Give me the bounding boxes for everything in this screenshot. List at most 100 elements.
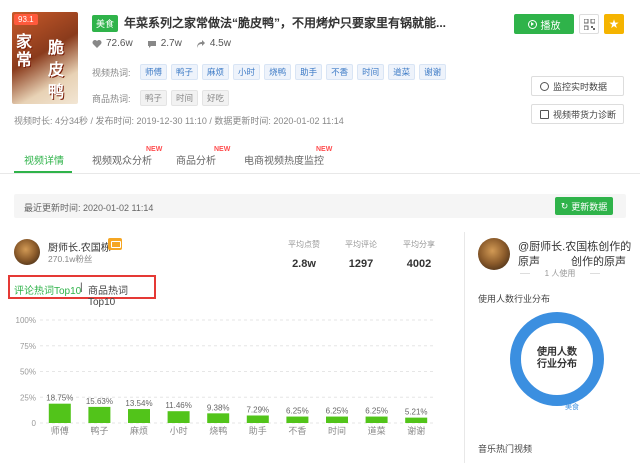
bar-value-label: 11.46%: [165, 401, 192, 410]
hot-word-chip[interactable]: 麻烦: [202, 64, 230, 80]
hot-word-chip[interactable]: 谢谢: [419, 64, 447, 80]
play-icon: [527, 19, 537, 29]
bar-value-label: 7.29%: [246, 405, 269, 414]
tab-audience-analysis[interactable]: 视频观众分析 NEW: [92, 146, 162, 167]
play-button[interactable]: 播放: [514, 14, 574, 34]
shares-stat: 4.5w: [196, 38, 231, 49]
industry-dist-heading: 使用人数行业分布: [478, 294, 551, 304]
bar-value-label: 18.75%: [46, 394, 73, 403]
y-tick-label: 25%: [20, 393, 36, 402]
refresh-label: 更新数据: [571, 201, 608, 212]
goods-word-chip[interactable]: 好吃: [202, 90, 230, 106]
tab-label: 视频观众分析: [92, 156, 152, 167]
hot-words-toggle: 评论热词Top10 | 商品热词Top10: [8, 275, 156, 308]
author-badge-icon: [108, 238, 122, 250]
favorite-button[interactable]: ★: [604, 14, 624, 34]
hot-word-chip[interactable]: 助手: [295, 64, 323, 80]
likes-count: 72.6w: [106, 38, 133, 49]
diagnose-button[interactable]: 视频带货力诊断: [531, 104, 624, 124]
last-update-time: 最近更新时间: 2020-01-02 11:14: [24, 203, 154, 213]
chart-bar: [207, 413, 230, 423]
metric-value: 4002: [406, 258, 432, 270]
tab-video-detail[interactable]: 视频详情: [24, 152, 64, 167]
tab-goods-analysis[interactable]: 商品分析 NEW: [176, 146, 230, 167]
chart-bar: [128, 409, 150, 423]
goods-word-chip[interactable]: 鸭子: [140, 90, 168, 106]
music-title[interactable]: @厨师长.农国栋创作的: [518, 238, 631, 254]
hot-word-chip[interactable]: 不香: [326, 64, 354, 80]
play-label: 播放: [540, 20, 561, 32]
metric-label: 平均分享: [403, 240, 435, 249]
heart-icon: [92, 39, 102, 48]
hot-word-chip[interactable]: 小时: [233, 64, 261, 80]
tab-ecommerce-heat[interactable]: 电商视频热度监控 NEW: [244, 146, 332, 167]
music-hot-videos-heading: 音乐热门视频: [478, 444, 533, 454]
chart-bar: [326, 416, 348, 423]
music-avatar[interactable]: [478, 238, 510, 270]
star-icon: ★: [608, 17, 620, 31]
eye-icon: [540, 81, 549, 91]
hot-word-chip[interactable]: 道菜: [388, 64, 416, 80]
bar-value-label: 15.63%: [86, 397, 113, 406]
comments-stat: 2.7w: [147, 38, 182, 49]
goods-word-chip[interactable]: 时间: [171, 90, 199, 106]
refresh-data-button[interactable]: ↻ 更新数据: [555, 197, 613, 215]
refresh-icon: ↻: [560, 200, 569, 211]
hot-word-chip[interactable]: 鸭子: [171, 64, 199, 80]
x-tick-label: 鸭子: [90, 425, 108, 436]
metric-label: 平均点赞: [288, 240, 320, 249]
toggle-separator: |: [80, 282, 83, 293]
tab-goods-hot-words[interactable]: 商品热词Top10: [88, 282, 154, 308]
thumb-word: 常: [16, 50, 33, 69]
thumb-word: 脆: [48, 38, 65, 57]
y-tick-label: 100%: [16, 316, 36, 325]
music-subtitle: 原声: [518, 256, 540, 268]
x-tick-label: 谢谢: [407, 425, 425, 436]
monitor-label: 监控实时数据: [553, 81, 608, 92]
bar-value-label: 6.25%: [286, 407, 309, 416]
donut-center-label: 使用人数 行业分布: [537, 347, 577, 371]
x-tick-label: 助手: [249, 425, 267, 436]
share-icon: [196, 39, 205, 48]
bar-value-label: 6.25%: [326, 407, 349, 416]
author-avatar[interactable]: [14, 239, 40, 265]
monitor-realtime-button[interactable]: 监控实时数据: [531, 76, 624, 96]
video-thumbnail[interactable]: 93.1 家 常 脆 皮 鸭: [12, 12, 78, 104]
new-badge: NEW: [316, 146, 333, 153]
video-title[interactable]: 年菜系列之家常做法“脆皮鸭”，不用烤炉只要家里有锅就能...: [124, 14, 446, 31]
hot-word-chip[interactable]: 时间: [357, 64, 385, 80]
donut-center-line-2: 行业分布: [537, 359, 577, 370]
bar-value-label: 6.25%: [365, 407, 388, 416]
update-bar: 最近更新时间: 2020-01-02 11:14: [14, 194, 626, 218]
donut-segment-label: 美食: [565, 404, 579, 411]
new-badge: NEW: [214, 146, 231, 153]
diagnose-label: 视频带货力诊断: [553, 109, 617, 120]
hot-word-chip[interactable]: 师傅: [140, 64, 168, 80]
chart-bar: [405, 417, 428, 423]
chart-bar: [48, 403, 71, 423]
tab-comment-hot-words[interactable]: 评论热词Top10: [14, 282, 81, 297]
goods-hot-words-label: 商品热词:: [92, 94, 131, 104]
music-subtitle-2: 创作的原声: [571, 256, 626, 268]
video-hot-words-label: 视频热词:: [92, 68, 131, 78]
comments-count: 2.7w: [160, 38, 182, 49]
tab-label: 电商视频热度监控: [244, 156, 324, 167]
qr-code-button[interactable]: [579, 14, 599, 34]
y-tick-label: 75%: [20, 342, 36, 351]
industry-donut-chart[interactable]: 使用人数 行业分布: [510, 312, 604, 406]
author-name[interactable]: 厨师长.农国栋: [48, 239, 111, 254]
tab-bar: 视频详情 视频观众分析 NEW 商品分析 NEW 电商视频热度监控 NEW: [0, 142, 640, 174]
video-stats: 72.6w 2.7w 4.5w: [92, 38, 231, 49]
chart-bar: [246, 415, 269, 423]
panel-divider: [464, 232, 465, 463]
chart-bar: [167, 411, 190, 423]
bar-value-label: 5.21%: [405, 408, 428, 417]
hot-word-chip[interactable]: 烧鸭: [264, 64, 292, 80]
hot-words-bar-chart: 100% 75% 50% 25% 0 18.75% 师傅 15.63% 鸭子 13.54% 麻烦 11…: [16, 316, 436, 436]
metric-label: 平均评论: [345, 240, 377, 249]
x-tick-label: 师傅: [51, 425, 69, 436]
metric-value: 2.8w: [292, 258, 316, 270]
avg-shares-metric: 平均分享 4002: [394, 239, 444, 270]
chart-bar: [286, 416, 309, 423]
x-tick-label: 烧鸭: [209, 425, 227, 436]
